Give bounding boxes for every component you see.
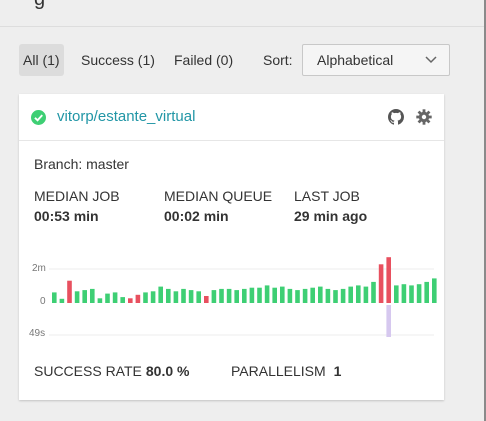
job-bar[interactable]: [310, 287, 315, 303]
page-title: g: [34, 0, 45, 11]
job-bar[interactable]: [287, 288, 293, 303]
sort-select[interactable]: Alphabetical: [302, 44, 450, 76]
job-bar[interactable]: [128, 298, 133, 303]
job-bar[interactable]: [105, 293, 110, 303]
job-bar[interactable]: [211, 290, 217, 303]
job-bar[interactable]: [386, 257, 391, 303]
job-bar[interactable]: [90, 288, 95, 303]
job-bar[interactable]: [135, 294, 141, 303]
gear-icon[interactable]: [416, 109, 432, 125]
job-bar[interactable]: [226, 288, 232, 303]
stat-value: 29 min ago: [294, 208, 368, 224]
job-bar[interactable]: [302, 288, 308, 303]
parallelism: PARALLELISM 1: [231, 363, 341, 379]
stat-label: MEDIAN JOB: [34, 188, 120, 204]
job-bar[interactable]: [340, 288, 346, 303]
success-rate: SUCCESS RATE 80.0 %: [34, 363, 189, 379]
job-bar[interactable]: [143, 292, 148, 303]
job-bar[interactable]: [181, 288, 186, 303]
sort-label: Sort:: [263, 52, 293, 68]
job-bar[interactable]: [173, 291, 179, 303]
job-bar[interactable]: [166, 288, 171, 303]
build-history-chart: 2m 0 49s: [19, 254, 444, 344]
job-bar[interactable]: [272, 287, 277, 303]
job-bar[interactable]: [120, 297, 125, 303]
job-bar[interactable]: [150, 291, 156, 303]
repo-card-header: vitorp/estante_virtual: [19, 94, 444, 141]
job-bar[interactable]: [188, 290, 194, 303]
success-rate-value: 80.0 %: [145, 363, 190, 379]
job-bar[interactable]: [401, 284, 407, 303]
job-bar[interactable]: [416, 284, 422, 303]
stat-value: 00:53 min: [34, 208, 99, 224]
job-bar[interactable]: [234, 290, 239, 303]
job-bar[interactable]: [432, 278, 437, 303]
job-bar[interactable]: [394, 285, 399, 303]
sort-selected-value: Alphabetical: [317, 52, 394, 68]
job-bar[interactable]: [257, 287, 262, 303]
job-bar[interactable]: [204, 296, 209, 303]
job-bar[interactable]: [59, 298, 65, 303]
job-bar[interactable]: [295, 290, 300, 303]
filter-all[interactable]: All (1): [19, 44, 64, 76]
job-bar[interactable]: [158, 286, 163, 303]
stat-median-job: MEDIAN JOB 00:53 min: [34, 188, 120, 224]
repo-card: vitorp/estante_virtual Branch: master ME…: [19, 94, 444, 400]
job-bar[interactable]: [325, 288, 331, 303]
parallelism-value: 1: [333, 363, 342, 379]
job-bar[interactable]: [371, 281, 376, 303]
job-bar[interactable]: [280, 286, 285, 303]
page-header: g: [0, 0, 486, 27]
job-bar[interactable]: [82, 290, 87, 303]
job-bar[interactable]: [97, 298, 103, 303]
job-bar[interactable]: [112, 292, 118, 303]
filter-success[interactable]: Success (1): [77, 44, 159, 76]
queue-bar[interactable]: [386, 305, 391, 337]
stat-label: LAST JOB: [294, 188, 360, 204]
chart-plot-area: [49, 257, 437, 337]
chevron-down-icon: [425, 56, 437, 64]
job-bar[interactable]: [242, 288, 247, 303]
job-bar[interactable]: [219, 288, 224, 303]
job-bar[interactable]: [264, 285, 270, 303]
job-bar[interactable]: [333, 290, 338, 303]
stat-label: MEDIAN QUEUE: [164, 188, 273, 204]
branch-label: Branch: master: [34, 156, 129, 172]
job-bar[interactable]: [74, 291, 80, 303]
job-bar[interactable]: [318, 286, 323, 303]
job-bar[interactable]: [378, 264, 384, 303]
stat-median-queue: MEDIAN QUEUE 00:02 min: [164, 188, 272, 224]
job-bar[interactable]: [356, 285, 361, 303]
job-bar[interactable]: [67, 280, 72, 303]
job-bar[interactable]: [424, 281, 429, 303]
job-bar[interactable]: [249, 287, 255, 303]
repo-name-link[interactable]: vitorp/estante_virtual: [57, 108, 195, 125]
job-bar[interactable]: [409, 285, 414, 303]
check-circle-icon: [31, 110, 46, 125]
stat-value: 00:02 min: [164, 208, 229, 224]
success-rate-label: SUCCESS RATE: [34, 363, 142, 379]
job-bar[interactable]: [196, 291, 201, 303]
stat-last-job: LAST JOB 29 min ago: [294, 188, 367, 224]
filter-failed[interactable]: Failed (0): [170, 44, 237, 76]
parallelism-label: PARALLELISM: [231, 363, 326, 379]
github-icon[interactable]: [388, 109, 404, 125]
job-bar[interactable]: [363, 286, 369, 303]
job-bar[interactable]: [348, 286, 353, 303]
job-bar[interactable]: [52, 292, 57, 303]
